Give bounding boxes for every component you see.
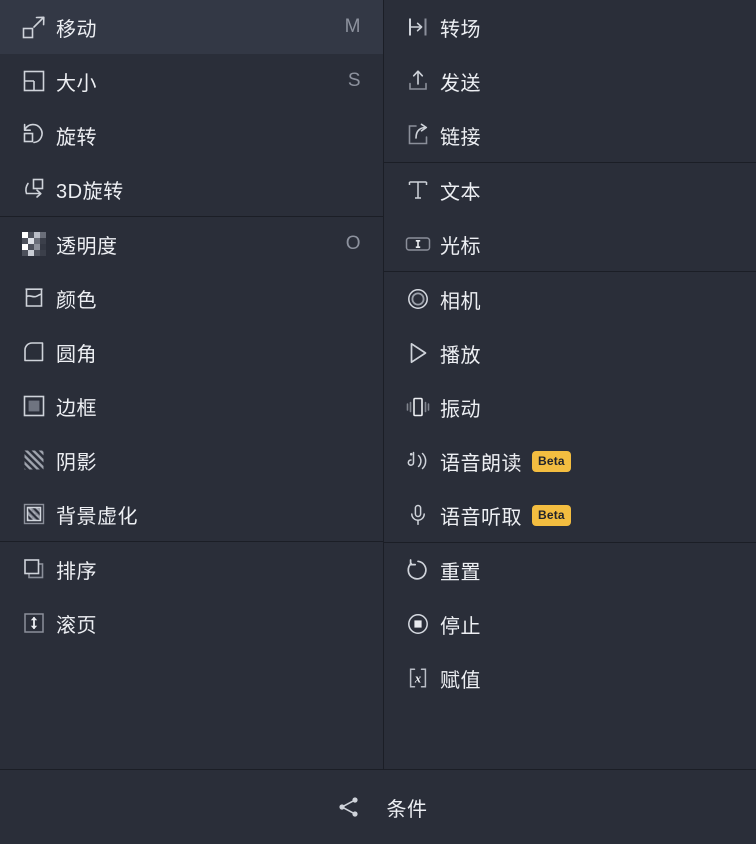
- menu-item-label: 光标: [440, 235, 481, 258]
- menu-item-send[interactable]: 发送: [384, 54, 756, 108]
- menu-group-appearance: 透明度 O 颜色 圆角 边框 阴影 背景虚化: [0, 216, 383, 541]
- menu-item-label: 条件: [386, 798, 428, 821]
- menu-item-label: 语音朗读: [440, 452, 522, 475]
- menu-item-label: 赋值: [440, 669, 481, 692]
- svg-text:x: x: [414, 672, 421, 686]
- menu-item-shortcut: O: [345, 233, 361, 254]
- menu-item-label: 语音听取: [440, 506, 522, 529]
- assign-x-icon: x: [396, 663, 440, 693]
- rotate-icon: [12, 120, 56, 150]
- context-menu-panel: 移动 M 大小 S 旋转 3D旋转 透明度 O 颜色 圆角 边框 阴影 背景虚化…: [0, 0, 756, 844]
- menu-group-transform: 移动 M 大小 S 旋转 3D旋转: [0, 0, 383, 216]
- menu-item-label: 播放: [440, 344, 481, 367]
- menu-item-label: 重置: [440, 561, 481, 584]
- external-link-icon: [396, 120, 440, 150]
- menu-item-label: 振动: [440, 398, 481, 421]
- resize-icon: [12, 66, 56, 96]
- move-arrow-icon: [12, 12, 56, 42]
- background-blur-icon: [12, 499, 56, 529]
- menu-item-camera[interactable]: 相机: [384, 272, 756, 326]
- camera-icon: [396, 284, 440, 314]
- menu-group-media: 相机 播放 振动 语音朗读 Beta 语音听取 Beta: [384, 271, 756, 542]
- menu-item-vibrate[interactable]: 振动: [384, 380, 756, 434]
- menu-item-label: 边框: [56, 397, 97, 420]
- menu-item-label: 停止: [440, 615, 481, 638]
- menu-item-play[interactable]: 播放: [384, 326, 756, 380]
- menu-item-label: 透明度: [56, 235, 118, 258]
- menu-item-corner-radius[interactable]: 圆角: [0, 325, 383, 379]
- menu-group-text: 文本 光标: [384, 162, 756, 271]
- menu-group-control: 重置 停止 x 赋值: [384, 542, 756, 705]
- menu-item-move[interactable]: 移动 M: [0, 0, 383, 54]
- menu-item-speech-read[interactable]: 语音朗读 Beta: [384, 434, 756, 488]
- menu-item-label: 3D旋转: [56, 180, 124, 203]
- menu-item-shortcut: M: [344, 16, 361, 37]
- menu-item-label: 排序: [56, 560, 97, 583]
- transition-icon: [396, 12, 440, 42]
- reset-undo-icon: [396, 555, 440, 585]
- text-t-icon: [396, 175, 440, 205]
- send-upload-icon: [396, 66, 440, 96]
- menu-item-size[interactable]: 大小 S: [0, 54, 383, 108]
- menu-item-cursor[interactable]: 光标: [384, 217, 756, 271]
- menu-item-shortcut: S: [347, 70, 361, 91]
- menu-item-label: 链接: [440, 126, 481, 149]
- cursor-field-icon: [396, 229, 440, 259]
- beta-badge: Beta: [532, 504, 571, 526]
- scroll-page-icon: [12, 608, 56, 638]
- menu-item-label: 背景虚化: [56, 505, 138, 528]
- menu-group-arrangement: 排序 滚页: [0, 541, 383, 650]
- menu-item-transition[interactable]: 转场: [384, 0, 756, 54]
- menu-item-label: 颜色: [56, 289, 97, 312]
- border-icon: [12, 391, 56, 421]
- menu-item-color[interactable]: 颜色: [0, 271, 383, 325]
- menu-item-opacity[interactable]: 透明度 O: [0, 217, 383, 271]
- menu-item-reset[interactable]: 重置: [384, 543, 756, 597]
- menu-item-rotate[interactable]: 旋转: [0, 108, 383, 162]
- speech-read-icon: [396, 446, 440, 476]
- menu-item-label: 旋转: [56, 126, 97, 149]
- menu-item-assign[interactable]: x 赋值: [384, 651, 756, 705]
- right-menu-column: 转场 发送 链接 文本 光标 相机 播放 振动 语音朗读 Beta 语音听取 B…: [384, 0, 756, 769]
- menu-group-flow: 转场 发送 链接: [384, 0, 756, 162]
- menu-item-text[interactable]: 文本: [384, 163, 756, 217]
- menu-item-link[interactable]: 链接: [384, 108, 756, 162]
- menu-item-stop[interactable]: 停止: [384, 597, 756, 651]
- menu-item-speech-listen[interactable]: 语音听取 Beta: [384, 488, 756, 542]
- menu-item-label: 发送: [440, 72, 481, 95]
- opacity-checker-icon: [12, 229, 56, 259]
- stop-icon: [396, 609, 440, 639]
- menu-item-label: 转场: [440, 18, 481, 41]
- menu-item-label: 相机: [440, 290, 481, 313]
- menu-item-shadow[interactable]: 阴影: [0, 433, 383, 487]
- beta-badge: Beta: [532, 450, 571, 472]
- menu-item-rotate-3d[interactable]: 3D旋转: [0, 162, 383, 216]
- color-fill-icon: [12, 283, 56, 313]
- menu-item-label: 文本: [440, 181, 481, 204]
- left-menu-column: 移动 M 大小 S 旋转 3D旋转 透明度 O 颜色 圆角 边框 阴影 背景虚化…: [0, 0, 384, 769]
- menu-item-label: 圆角: [56, 343, 97, 366]
- rotate-3d-icon: [12, 174, 56, 204]
- menu-item-label: 滚页: [56, 614, 97, 637]
- layer-order-icon: [12, 554, 56, 584]
- menu-item-scroll-page[interactable]: 滚页: [0, 596, 383, 650]
- menu-item-label: 阴影: [56, 451, 97, 474]
- shadow-icon: [12, 445, 56, 475]
- menu-columns: 移动 M 大小 S 旋转 3D旋转 透明度 O 颜色 圆角 边框 阴影 背景虚化…: [0, 0, 756, 769]
- play-icon: [396, 338, 440, 368]
- microphone-icon: [396, 500, 440, 530]
- menu-item-background-blur[interactable]: 背景虚化: [0, 487, 383, 541]
- vibrate-icon: [396, 392, 440, 422]
- menu-item-border[interactable]: 边框: [0, 379, 383, 433]
- corner-radius-icon: [12, 337, 56, 367]
- share-branch-icon: [329, 792, 369, 822]
- menu-item-label: 大小: [56, 72, 97, 95]
- menu-item-label: 移动: [56, 18, 97, 41]
- menu-item-condition[interactable]: 条件: [0, 769, 756, 844]
- menu-item-order[interactable]: 排序: [0, 542, 383, 596]
